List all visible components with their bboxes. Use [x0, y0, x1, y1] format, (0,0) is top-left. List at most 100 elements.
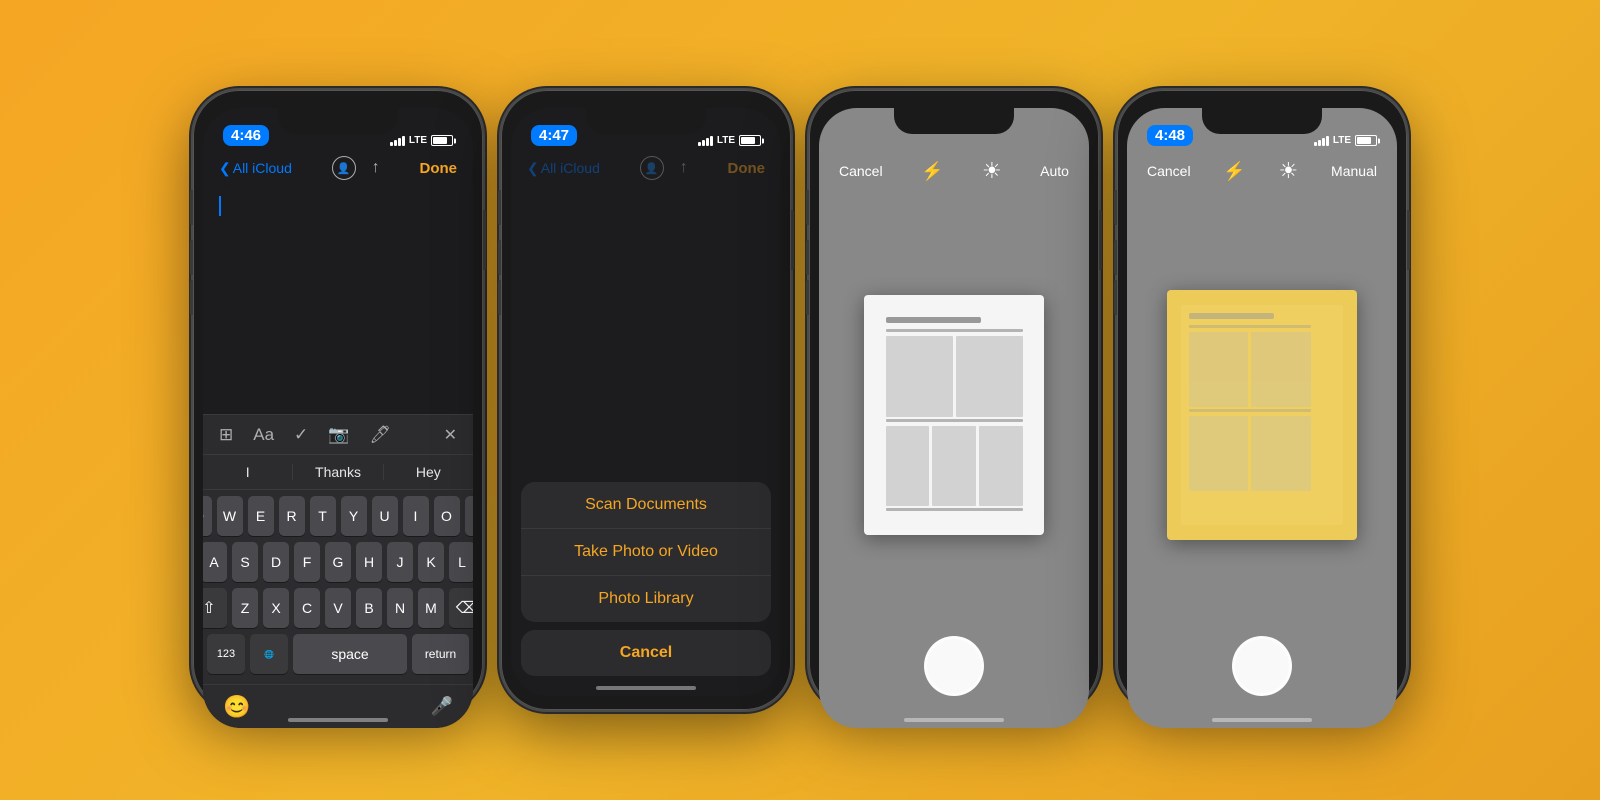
take-photo-item[interactable]: Take Photo or Video [521, 529, 771, 576]
battery-4 [1355, 135, 1377, 146]
battery-2 [739, 135, 761, 146]
back-label-1: All iCloud [233, 160, 292, 176]
key-D[interactable]: D [263, 542, 289, 582]
key-M[interactable]: M [418, 588, 444, 628]
brightness-icon-3[interactable]: ☀ [982, 158, 1002, 184]
close-toolbar-icon[interactable]: ✕ [444, 425, 457, 445]
doc-visual-3 [878, 309, 1031, 520]
flash-icon-4[interactable]: ⚡ [1223, 161, 1245, 182]
done-button-2[interactable]: Done [728, 160, 766, 177]
key-O[interactable]: O [434, 496, 460, 536]
status-icons-4: LTE [1314, 135, 1377, 146]
cancel-item[interactable]: Cancel [521, 630, 771, 676]
photo-library-item[interactable]: Photo Library [521, 576, 771, 622]
key-W[interactable]: W [217, 496, 243, 536]
share-icon-1: ↑ [372, 159, 380, 177]
notes-header-2: ❮ All iCloud 👤 ↑ Done [511, 152, 781, 188]
pen-icon[interactable]: 🖊 [369, 425, 391, 445]
key-G[interactable]: G [325, 542, 351, 582]
table-icon[interactable]: ⊞ [219, 425, 233, 445]
key-B[interactable]: B [356, 588, 382, 628]
doc-visual-4 [1181, 305, 1318, 499]
back-button-1[interactable]: ❮ All iCloud [219, 160, 292, 177]
key-U[interactable]: U [372, 496, 398, 536]
camera-view-3 [819, 194, 1089, 636]
key-H[interactable]: H [356, 542, 382, 582]
key-Z[interactable]: Z [232, 588, 258, 628]
bar-2-4 [710, 136, 713, 146]
doc-row-2 [886, 419, 1023, 422]
key-S[interactable]: S [232, 542, 258, 582]
key-Y[interactable]: Y [341, 496, 367, 536]
key-row-2: A S D F G H J K L [207, 542, 469, 582]
chevron-left-icon-1: ❮ [219, 160, 231, 177]
phone-1: 4:46 LTE ❮ All iCloud [193, 90, 483, 710]
phone-2-screen: 4:47 LTE ❮ All iCloud [511, 108, 781, 696]
key-I[interactable]: I [403, 496, 429, 536]
brightness-icon-4[interactable]: ☀ [1279, 158, 1299, 184]
mode-label-4[interactable]: Manual [1331, 163, 1377, 179]
camera-header-4: Cancel ⚡ ☀ Manual [1127, 152, 1397, 194]
notch-1 [278, 108, 398, 134]
notch-4 [1202, 108, 1322, 134]
cancel-button-4[interactable]: Cancel [1147, 163, 1191, 179]
home-indicator-1 [288, 718, 388, 722]
pred-word-2[interactable]: Hey [384, 464, 473, 480]
doc-col-4 [932, 426, 976, 506]
space-key[interactable]: space [293, 634, 407, 674]
key-V[interactable]: V [325, 588, 351, 628]
camera-header-3: Cancel ⚡ ☀ Auto [819, 152, 1089, 194]
key-R[interactable]: R [279, 496, 305, 536]
doc-col-1 [886, 336, 953, 416]
format-icon[interactable]: Aa [253, 425, 274, 445]
notes-header-1: ❮ All iCloud 👤 ↑ Done [203, 152, 473, 188]
emoji-button-1[interactable]: 😊 [223, 694, 250, 720]
scan-documents-item[interactable]: Scan Documents [521, 482, 771, 529]
shift-key[interactable]: ⇧ [203, 588, 227, 628]
flash-icon-3[interactable]: ⚡ [921, 161, 943, 182]
cancel-button-3[interactable]: Cancel [839, 163, 883, 179]
mic-button-1[interactable]: 🎤 [431, 696, 453, 717]
back-button-2[interactable]: ❮ All iCloud [527, 160, 600, 177]
phone-3-screen: Cancel ⚡ ☀ Auto [819, 108, 1089, 728]
key-E[interactable]: E [248, 496, 274, 536]
battery-1 [431, 135, 453, 146]
keyboard-1: Q W E R T Y U I O P A S D F G H [203, 490, 473, 684]
delete-key[interactable]: ⌫ [449, 588, 473, 628]
signal-bars-1 [390, 136, 405, 146]
return-key[interactable]: return [412, 634, 469, 674]
signal-bars-2 [698, 136, 713, 146]
key-J[interactable]: J [387, 542, 413, 582]
done-button-1[interactable]: Done [420, 160, 458, 177]
camera-bottom-3 [819, 636, 1089, 728]
numbers-key[interactable]: 123 [207, 634, 245, 674]
key-C[interactable]: C [294, 588, 320, 628]
doc-inner-4 [1181, 305, 1343, 525]
key-Q[interactable]: Q [203, 496, 212, 536]
predictive-bar-1: I Thanks Hey [203, 454, 473, 490]
key-X[interactable]: X [263, 588, 289, 628]
camera-toolbar-icon[interactable]: 📷 [328, 425, 349, 445]
status-icons-2: LTE [698, 135, 761, 146]
shutter-button-4[interactable] [1232, 636, 1292, 696]
bar-4 [402, 136, 405, 146]
key-F[interactable]: F [294, 542, 320, 582]
key-K[interactable]: K [418, 542, 444, 582]
shutter-button-3[interactable] [924, 636, 984, 696]
phones-container: 4:46 LTE ❮ All iCloud [193, 90, 1407, 710]
camera-bottom-4 [1127, 636, 1397, 728]
checkmark-icon[interactable]: ✓ [294, 425, 308, 445]
emoji-key[interactable]: 🌐 [250, 634, 288, 674]
key-L[interactable]: L [449, 542, 473, 582]
notes-content-1[interactable] [203, 188, 473, 414]
lte-label-1: LTE [409, 135, 427, 146]
mode-label-3[interactable]: Auto [1040, 163, 1069, 179]
phone-3: Cancel ⚡ ☀ Auto [809, 90, 1099, 710]
key-A[interactable]: A [203, 542, 227, 582]
key-P[interactable]: P [465, 496, 474, 536]
notch-3 [894, 108, 1014, 134]
pred-word-1[interactable]: Thanks [293, 464, 383, 480]
pred-word-0[interactable]: I [203, 464, 293, 480]
key-T[interactable]: T [310, 496, 336, 536]
key-N[interactable]: N [387, 588, 413, 628]
